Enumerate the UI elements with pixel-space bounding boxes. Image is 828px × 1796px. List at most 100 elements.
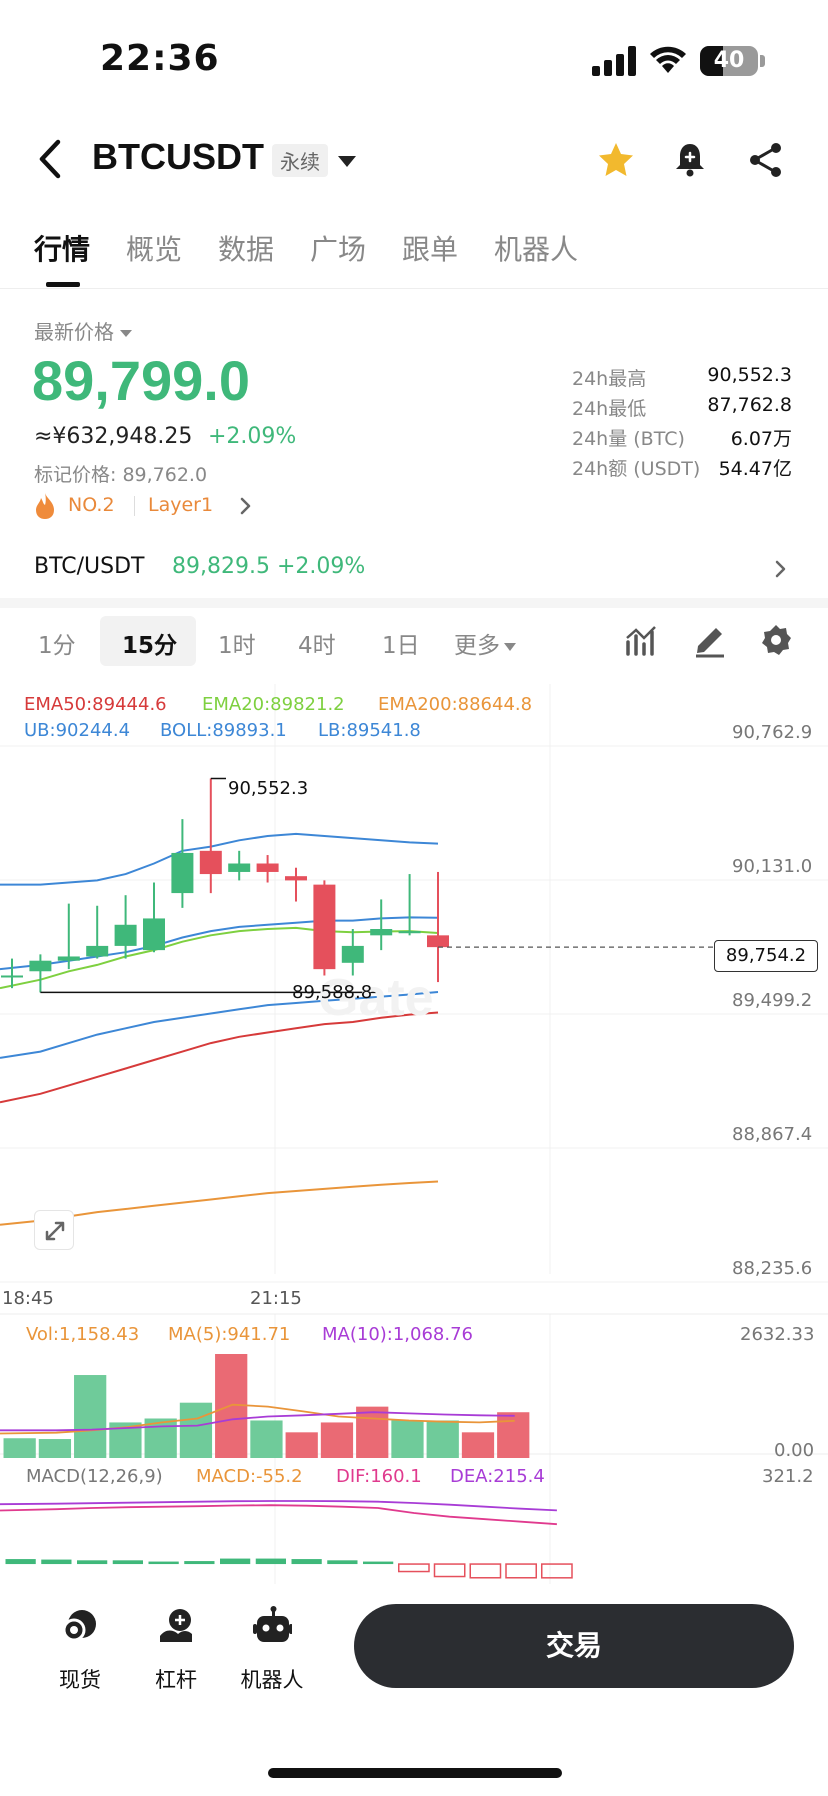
ema50-legend: EMA50:89444.6	[24, 694, 167, 715]
macd-histogram-bar	[541, 1563, 573, 1579]
macd-histogram-bar	[291, 1559, 322, 1565]
tab-copy-trading[interactable]: 跟单	[402, 228, 458, 268]
stat-value: 90,552.3	[707, 364, 792, 386]
volume-bar	[285, 1432, 318, 1458]
tab-bots[interactable]: 机器人	[494, 228, 578, 268]
macd-params-legend: MACD(12,26,9)	[26, 1466, 163, 1487]
volume-bar	[38, 1439, 72, 1458]
volume-bar	[250, 1420, 283, 1458]
volume-axis-label: 0.00	[774, 1440, 815, 1461]
battery-level: 40	[713, 48, 745, 73]
macd-value-legend: MACD:-55.2	[196, 1466, 303, 1487]
timeframe-4h[interactable]: 4时	[298, 626, 336, 660]
back-arrow-icon[interactable]	[30, 136, 70, 182]
candle-body	[256, 863, 279, 872]
chart-area[interactable]: Gate EMA50:89444.6 EMA20:89821.2 EMA200:…	[0, 684, 828, 1590]
timeframe-more-label: 更多	[454, 633, 500, 659]
volume-bar	[426, 1420, 459, 1458]
chevron-right-icon	[775, 560, 786, 578]
candle-body	[199, 850, 222, 875]
candle-body	[86, 945, 109, 957]
last-price: 89,799.0	[32, 349, 250, 412]
timeframe-1h[interactable]: 1时	[218, 626, 256, 660]
margin-icon	[160, 1609, 192, 1642]
trade-button[interactable]: 交易	[354, 1604, 794, 1688]
chart-svg[interactable]	[0, 684, 828, 1590]
home-indicator[interactable]	[268, 1768, 562, 1778]
tab-square[interactable]: 广场	[310, 228, 366, 268]
price-axis-label: 90,762.9	[732, 722, 813, 743]
price-axis-label: 88,867.4	[732, 1124, 813, 1145]
boll-mid-legend: BOLL:89893.1	[160, 720, 287, 741]
volume-bar	[74, 1375, 107, 1458]
nav-margin[interactable]: 杠杆	[136, 1606, 216, 1706]
candle-body	[313, 884, 336, 970]
latest-price-selector[interactable]: 最新价格	[34, 316, 132, 345]
draw-pen-icon[interactable]	[692, 622, 728, 658]
macd-histogram-bar	[469, 1563, 502, 1579]
volume-bar	[356, 1406, 389, 1458]
time-axis-label: 21:15	[250, 1288, 302, 1309]
stat-label: 24h最低	[572, 398, 647, 420]
tab-overview[interactable]: 概览	[126, 228, 182, 268]
ema200-legend: EMA200:88644.8	[378, 694, 533, 715]
volume-ma5-legend: MA(5):941.71	[168, 1324, 291, 1345]
price-alert-bell-icon[interactable]	[670, 140, 710, 180]
rank-separator	[134, 496, 135, 516]
share-icon[interactable]	[746, 140, 786, 180]
bottom-bar: 现货 杠杆 机器人 交易	[0, 1590, 828, 1796]
candle-body	[228, 863, 251, 872]
perpetual-badge: 永续	[272, 144, 328, 177]
high-price-callout: 90,552.3	[228, 778, 309, 799]
macd-dif-legend: DIF:160.1	[336, 1466, 422, 1487]
mark-price: 标记价格: 89,762.0	[34, 464, 208, 486]
nav-bots[interactable]: 机器人	[232, 1606, 312, 1706]
category-tag: Layer1	[148, 494, 214, 516]
candle-body	[398, 931, 421, 934]
star-icon[interactable]	[596, 140, 636, 180]
tab-market[interactable]: 行情	[34, 228, 90, 268]
macd-histogram-bar	[41, 1559, 72, 1565]
nav-label: 杠杆	[155, 1668, 197, 1692]
volume-axis-label: 2632.33	[740, 1324, 815, 1345]
ema20-legend: EMA20:89821.2	[202, 694, 345, 715]
status-bar: 22:36 40	[0, 0, 828, 120]
cny-price: ≈¥632,948.25	[34, 424, 193, 449]
signal-icon	[592, 46, 636, 76]
timeframe-1d[interactable]: 1日	[382, 626, 420, 660]
candle-body	[1, 975, 23, 978]
macd-histogram-bar	[363, 1561, 394, 1565]
candle-body	[143, 918, 165, 951]
pair-dropdown-icon[interactable]	[338, 156, 356, 167]
tab-data[interactable]: 数据	[218, 228, 274, 268]
wifi-icon	[650, 46, 686, 73]
volume-bar	[391, 1420, 424, 1458]
timeframe-bar: 1分 15分 1时 4时 1日 更多	[0, 612, 828, 672]
boll-line	[0, 916, 439, 971]
timeframe-1m[interactable]: 1分	[38, 626, 76, 660]
spot-pair-label: BTC/USDT	[34, 554, 145, 579]
top-tabs: 行情 概览 数据 广场 跟单 机器人	[0, 228, 828, 288]
macd-axis-label: 321.2	[762, 1466, 814, 1487]
status-time: 22:36	[100, 38, 220, 79]
price-change-percent: +2.09%	[208, 424, 297, 449]
stat-row-high: 24h最高 90,552.3	[572, 364, 792, 394]
caret-down-icon	[120, 330, 132, 337]
volume-bar	[497, 1412, 530, 1458]
stat-value: 54.47亿	[718, 458, 792, 480]
macd-dea-legend: DEA:215.4	[450, 1466, 545, 1487]
indicators-icon[interactable]	[624, 622, 660, 658]
nav-spot[interactable]: 现货	[40, 1606, 120, 1706]
stat-label: 24h量 (BTC)	[572, 428, 685, 450]
spot-pair-row[interactable]: BTC/USDT 89,829.5 +2.09%	[0, 548, 828, 592]
chevron-right-icon	[240, 497, 251, 515]
macd-dif-line	[0, 1504, 557, 1526]
expand-chart-button[interactable]	[34, 1210, 74, 1250]
nav-label: 现货	[59, 1668, 101, 1692]
pair-title[interactable]: BTCUSDT	[92, 136, 264, 178]
timeframe-15m[interactable]: 15分	[122, 626, 177, 660]
battery-tip	[760, 55, 765, 67]
timeframe-more[interactable]: 更多	[454, 626, 516, 660]
macd-histogram-bar	[255, 1558, 286, 1565]
settings-gear-icon[interactable]	[758, 622, 794, 658]
